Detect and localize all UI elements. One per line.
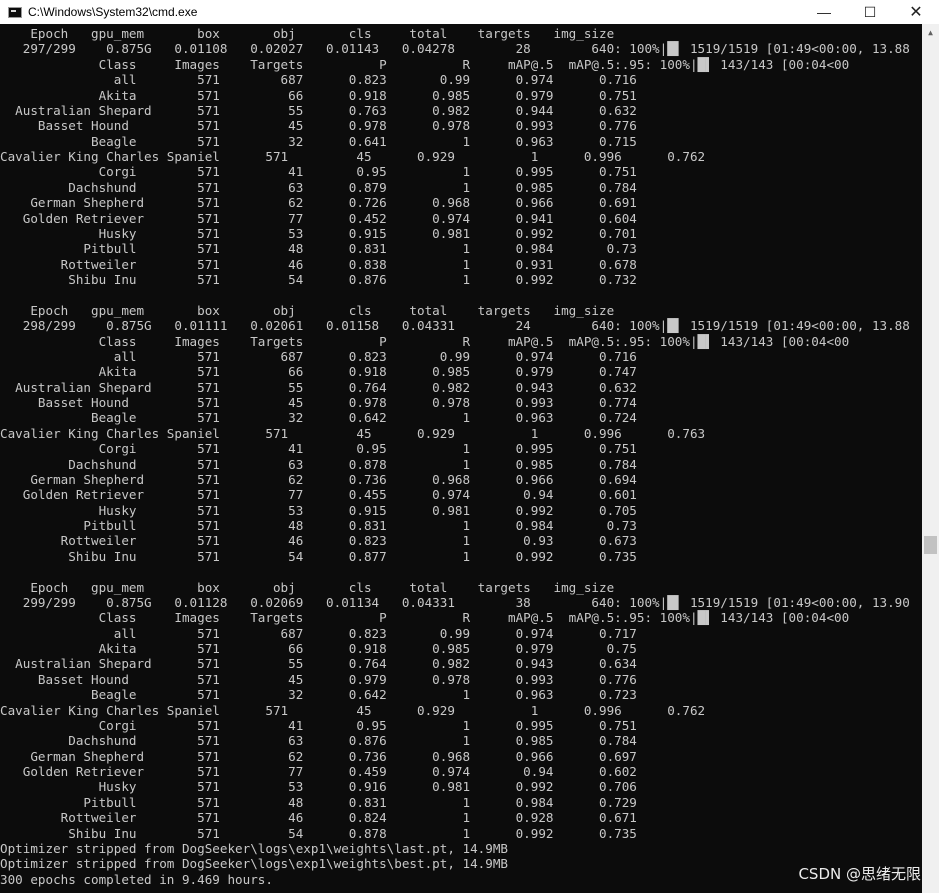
cmd-console-icon [8, 6, 22, 18]
cmd-window: C:\Windows\System32\cmd.exe — ☐ ✕ Epoch … [0, 0, 939, 893]
title-bar[interactable]: C:\Windows\System32\cmd.exe — ☐ ✕ [0, 0, 939, 24]
scroll-up-arrow-icon[interactable]: ▲ [922, 24, 939, 41]
close-button[interactable]: ✕ [893, 0, 939, 24]
csdn-watermark: CSDN @思绪无限 [798, 865, 921, 883]
maximize-button[interactable]: ☐ [847, 0, 893, 24]
vertical-scrollbar[interactable]: ▲ [922, 24, 939, 893]
scrollbar-thumb[interactable] [924, 536, 937, 554]
console-output-area[interactable]: Epoch gpu_mem box obj cls total targets … [0, 26, 922, 893]
console-output-text: Epoch gpu_mem box obj cls total targets … [0, 26, 910, 887]
minimize-button[interactable]: — [801, 0, 847, 24]
window-title: C:\Windows\System32\cmd.exe [28, 5, 198, 19]
